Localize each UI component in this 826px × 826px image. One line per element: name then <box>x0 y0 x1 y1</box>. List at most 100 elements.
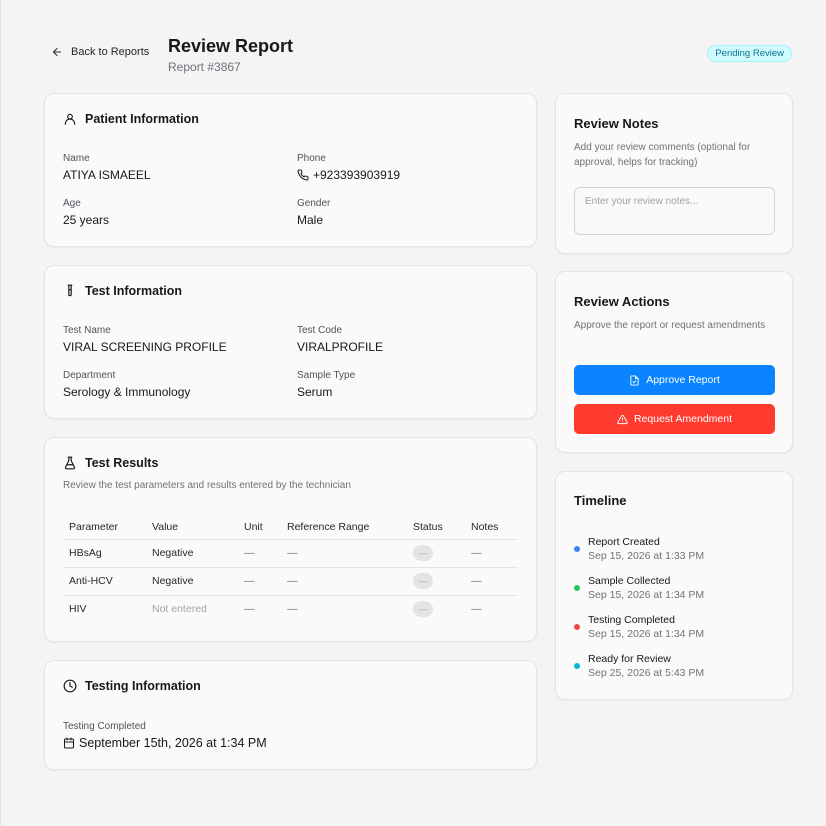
col-status: Status <box>407 515 465 540</box>
timeline-time: Sep 15, 2026 at 1:33 PM <box>588 550 705 562</box>
cell-unit: — <box>238 539 281 568</box>
timeline-dot <box>574 663 580 669</box>
cell-unit: — <box>244 603 255 616</box>
test-results-heading: Test Results <box>63 456 158 470</box>
department-field: Department Serology & Immunology <box>63 370 190 399</box>
phone-field: Phone +923393903919 <box>297 153 400 182</box>
review-notes-subtitle: Add your review comments (optional for a… <box>574 142 751 168</box>
cell-range: — <box>281 567 407 596</box>
cell-parameter: HIV <box>69 603 87 616</box>
status-badge: Pending Review <box>707 45 792 62</box>
col-unit: Unit <box>238 515 281 540</box>
age-field: Age 25 years <box>63 198 109 227</box>
cell-status: — <box>407 539 465 568</box>
timeline-dot <box>574 546 580 552</box>
sample-type-field: Sample Type Serum <box>297 370 355 399</box>
test-code-field: Test Code VIRALPROFILE <box>297 325 383 354</box>
timeline-title: Testing Completed <box>588 614 675 626</box>
col-reference-range: Reference Range <box>281 515 407 540</box>
age-value: 25 years <box>63 213 110 227</box>
timeline-dot <box>574 624 580 630</box>
cell-notes: — <box>465 539 518 568</box>
patient-information-card: Patient Information Name ATIYA ISMAEEL P… <box>44 93 537 247</box>
review-notes-card: Review Notes Add your review comments (o… <box>555 93 793 254</box>
review-actions-heading: Review Actions <box>574 294 670 309</box>
patient-information-heading: Patient Information <box>63 112 199 126</box>
timeline-time: Sep 25, 2026 at 5:43 PM <box>588 667 705 679</box>
cell-value: Negative <box>146 567 238 596</box>
review-notes-heading: Review Notes <box>574 116 659 131</box>
status-pill: — <box>413 545 433 561</box>
timeline-title: Report Created <box>588 536 660 548</box>
gender-value: Male <box>297 213 324 227</box>
col-value: Value <box>146 515 238 540</box>
name-value: ATIYA ISMAEEL <box>63 168 151 182</box>
back-to-reports-link[interactable]: Back to Reports <box>51 46 149 58</box>
test-information-heading: Test Information <box>63 284 182 298</box>
test-results-card: Test Results Review the test parameters … <box>44 437 537 642</box>
department-label: Department <box>63 370 116 381</box>
review-actions-card: Review Actions Approve the report or req… <box>555 271 793 453</box>
testing-information-card: Testing Information Testing Completed Se… <box>44 660 537 770</box>
flask-icon <box>64 456 76 470</box>
alert-triangle-icon <box>617 414 628 424</box>
phone-icon <box>297 169 309 181</box>
back-label: Back to Reports <box>71 46 150 58</box>
table-row: Anti-HCV Negative — — — — <box>63 567 518 596</box>
test-name-value: VIRAL SCREENING PROFILE <box>63 340 227 354</box>
phone-text: +923393903919 <box>313 168 401 182</box>
cell-range: — <box>287 603 298 616</box>
timeline-item: Ready for Review Sep 25, 2026 at 5:43 PM <box>574 652 704 681</box>
timeline-title: Ready for Review <box>588 653 671 665</box>
cell-notes: — <box>471 603 482 616</box>
test-heading-text: Test Information <box>85 284 182 298</box>
test-code-label: Test Code <box>297 325 343 336</box>
testing-completed-label: Testing Completed <box>63 721 146 732</box>
timeline-time: Sep 15, 2026 at 1:34 PM <box>588 589 705 601</box>
timeline-item: Sample Collected Sep 15, 2026 at 1:34 PM <box>574 574 704 603</box>
request-amendment-button[interactable]: Request Amendment <box>574 404 775 434</box>
testing-heading-text: Testing Information <box>85 679 201 693</box>
cell-range: — <box>281 539 407 568</box>
approve-report-button[interactable]: Approve Report <box>574 365 775 395</box>
department-value: Serology & Immunology <box>63 385 191 399</box>
calendar-icon <box>64 737 74 749</box>
cell-unit: — <box>238 567 281 596</box>
cell-status: — <box>407 567 465 596</box>
timeline-time: Sep 15, 2026 at 1:34 PM <box>588 628 705 640</box>
arrow-left-icon <box>53 48 61 56</box>
test-name-field: Test Name VIRAL SCREENING PROFILE <box>63 325 227 354</box>
timeline-title: Sample Collected <box>588 575 671 587</box>
results-table: Parameter Value Unit Reference Range Sta… <box>63 515 518 623</box>
status-pill: — <box>413 601 433 618</box>
name-label: Name <box>63 153 90 164</box>
cell-value: Negative <box>146 539 238 568</box>
clock-icon <box>63 679 77 693</box>
test-code-value: VIRALPROFILE <box>297 340 384 354</box>
amend-label: Request Amendment <box>633 413 733 425</box>
timeline-dot <box>574 585 580 591</box>
status-pill: — <box>413 573 433 589</box>
gender-label: Gender <box>297 198 331 209</box>
cell-status: — <box>407 595 465 623</box>
sample-type-label: Sample Type <box>297 370 356 381</box>
testing-information-heading: Testing Information <box>63 679 201 693</box>
phone-value: +923393903919 <box>297 168 400 182</box>
col-parameter: Parameter <box>63 515 146 540</box>
testing-completed-value: September 15th, 2026 at 1:34 PM <box>63 736 267 750</box>
table-row: HBsAg Negative — — — — <box>63 539 518 568</box>
patient-heading-text: Patient Information <box>85 112 199 126</box>
file-check-icon <box>630 374 639 386</box>
report-id: Report #3867 <box>168 60 241 74</box>
review-notes-input[interactable] <box>574 187 775 235</box>
approve-label: Approve Report <box>646 374 720 386</box>
review-report-page: Back to Reports Review Report Report #38… <box>0 0 826 826</box>
timeline-heading: Timeline <box>574 493 627 508</box>
cell-notes: — <box>465 567 518 596</box>
col-notes: Notes <box>465 515 518 540</box>
user-icon <box>64 113 76 125</box>
cell-parameter: HBsAg <box>63 539 146 568</box>
age-label: Age <box>63 198 81 209</box>
timeline-card: Timeline Report Created Sep 15, 2026 at … <box>555 471 793 700</box>
test-information-card: Test Information Test Name VIRAL SCREENI… <box>44 265 537 419</box>
